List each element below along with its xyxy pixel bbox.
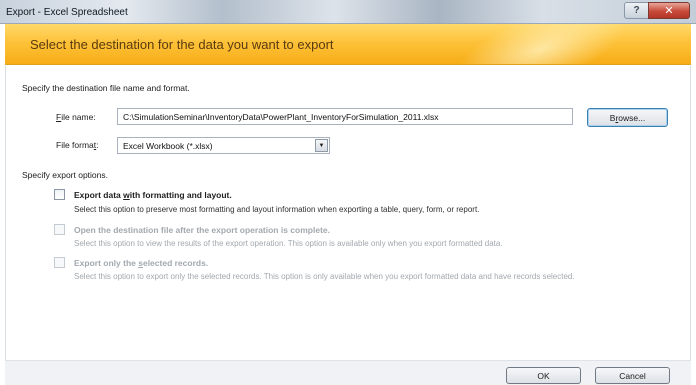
file-format-label-text: File forma: [56, 140, 94, 150]
export-formatting-checkbox[interactable]: [54, 189, 65, 200]
export-options-section-label: Specify export options.: [22, 170, 108, 180]
header-banner: Select the destination for the data you …: [5, 24, 691, 65]
dialog-body: Specify the destination file name and fo…: [5, 66, 691, 360]
browse-button-label: Browse...: [609, 112, 646, 123]
open-after-export-description: Select this option to view the results o…: [74, 239, 503, 248]
open-after-export-checkbox[interactable]: [54, 224, 65, 235]
banner-heading: Select the destination for the data you …: [30, 37, 334, 52]
chevron-down-icon[interactable]: ▼: [315, 139, 328, 152]
window-controls: ? ✕: [624, 2, 690, 19]
export-formatting-title: Export data with formatting and layout.: [74, 190, 232, 200]
export-formatting-description: Select this option to preserve most form…: [74, 205, 480, 214]
cancel-button[interactable]: Cancel: [595, 367, 670, 384]
title-bar: Export - Excel Spreadsheet ? ✕: [0, 0, 696, 24]
export-selected-records-title: Export only the selected records.: [74, 258, 209, 268]
file-format-label: File format:: [56, 140, 99, 150]
file-name-label-text: ile name:: [61, 112, 96, 122]
file-name-label: File name:: [56, 112, 96, 122]
window-title: Export - Excel Spreadsheet: [6, 7, 128, 18]
banner-decoration: [444, 24, 638, 64]
browse-button[interactable]: Browse...: [587, 108, 668, 127]
help-icon[interactable]: ?: [624, 2, 648, 19]
close-icon[interactable]: ✕: [648, 2, 690, 19]
export-selected-records-checkbox[interactable]: [54, 257, 65, 268]
file-name-input[interactable]: C:\SimulationSeminar\InventoryData\Power…: [117, 108, 573, 125]
export-selected-records-description: Select this option to export only the se…: [74, 272, 575, 281]
open-after-export-title: Open the destination file after the expo…: [74, 225, 330, 235]
file-format-value: Excel Workbook (*.xlsx): [123, 141, 213, 151]
file-format-select[interactable]: Excel Workbook (*.xlsx) ▼: [117, 137, 330, 154]
destination-section-label: Specify the destination file name and fo…: [22, 83, 190, 93]
dialog-footer: OK Cancel: [5, 360, 691, 385]
ok-button[interactable]: OK: [506, 367, 581, 384]
